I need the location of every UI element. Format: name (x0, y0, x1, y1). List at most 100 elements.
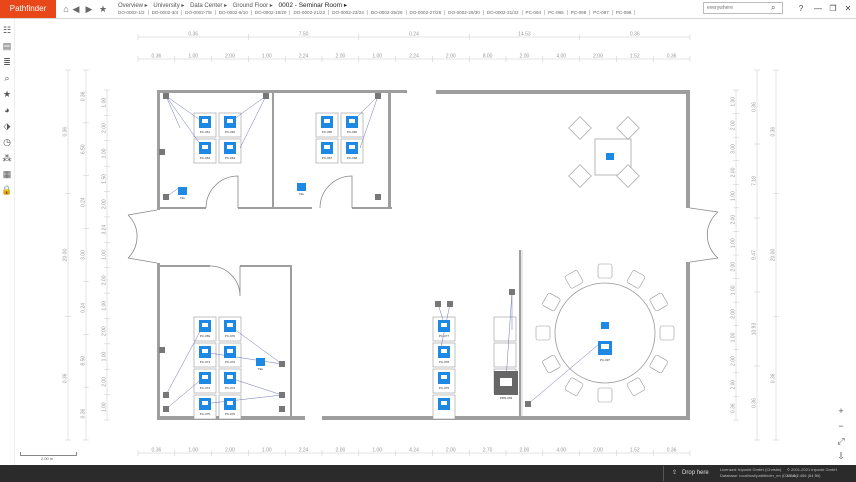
desk-group-center-pc-screen (441, 375, 447, 379)
dim-left-mid-label: 0.36 (81, 408, 87, 418)
floor-plan[interactable]: 0.36 7.50 0.24 14.53 0.36 0.36 1.00 2.00 1.00 2.2… (0, 0, 856, 482)
dim-left-inner-label: 1.00 (102, 250, 108, 260)
desk-group-room3-pc-label: PC-076 (225, 412, 236, 416)
desk-group-room2-pc-screen (349, 145, 355, 149)
round-chair (649, 292, 668, 312)
door-room3 (209, 265, 241, 297)
dim-top-outer-label: 14.53 (518, 32, 531, 38)
drop-zone[interactable]: ⇪ Drop here (663, 466, 716, 481)
dim-left-mid-label: 0.36 (81, 91, 87, 101)
wall-corridor-top-c (352, 207, 392, 209)
wall-room1-right (272, 93, 274, 208)
door-entry-right (689, 207, 719, 263)
fit-icon[interactable]: ⤢ (835, 435, 847, 447)
desk-group-room3-pc-screen (202, 401, 208, 405)
round-chair (649, 354, 668, 374)
round-chair (535, 325, 551, 341)
dim-right-inner-label: 2.00 (731, 215, 737, 225)
dim-bottom-label: 2.00 (336, 448, 346, 454)
desk-group-room1-pc-screen (227, 119, 233, 123)
desk-group-room3-pc-label: PC-069 (200, 334, 211, 338)
dim-right-inner-label: 3.00 (731, 144, 737, 154)
outlet-icon (509, 289, 515, 295)
desk-group-room3-pc-screen (202, 323, 208, 327)
door-room1 (205, 175, 239, 209)
dim-top-inner-label: 1.00 (262, 54, 272, 60)
dim-top-inner-label: 1.00 (372, 54, 382, 60)
scale-label: 2.00 m (41, 456, 54, 461)
wall-corridor-bottom-b (240, 265, 292, 267)
zoom-in-icon[interactable]: + (835, 405, 847, 417)
dim-left-mid-label: 8.50 (81, 356, 87, 366)
phone-label: TEL (180, 196, 186, 200)
desk-group-room3-pc-screen (227, 349, 233, 353)
desk-group-room1-pc-label: PC-062 (225, 130, 236, 134)
desk-group-room2-pc-label: PC-065 (322, 130, 333, 134)
dim-left-mid-label: 0.24 (81, 303, 87, 313)
desk-group-room3-pc-screen (227, 375, 233, 379)
dim-bottom-label: 1.00 (262, 448, 272, 454)
chair (616, 116, 640, 140)
dim-top-inner-label: 2.00 (593, 54, 603, 60)
desk-group-room2-pc-screen (349, 119, 355, 123)
dim-top-inner-label: 4.00 (556, 54, 566, 60)
outlet-icon (159, 149, 165, 155)
desk-group-center-pc-label: PC-078 (439, 360, 450, 364)
dim-left-mid-label: 3.00 (81, 250, 87, 260)
desk-group-center-pc-screen (441, 349, 447, 353)
dim-top-inner-label: 2.00 (520, 54, 530, 60)
dim-bottom-label: 4.00 (556, 448, 566, 454)
desk-group-center-pc-screen (441, 323, 447, 327)
dim-top-outer-label: 0.24 (409, 32, 419, 38)
dim-left-inner-label: 2.00 (102, 199, 108, 209)
wall-outer-right-top (686, 90, 690, 208)
outlet-icon (279, 392, 285, 398)
desk-group-room3-pc-label: PC-073 (200, 386, 211, 390)
zoom-out-icon[interactable]: − (835, 420, 847, 432)
dim-top-inner-label: 2.00 (446, 54, 456, 60)
dim-right-mid-label: 9.47 (752, 250, 758, 260)
wall-room2-right (388, 93, 391, 209)
desk-group-room3-pc-label: PC-071 (200, 360, 211, 364)
dim-right-inner-label: 1.00 (731, 332, 737, 342)
dim-left-mid-label: 0.24 (81, 197, 87, 207)
dim-bottom-label: 0.36 (152, 448, 162, 454)
outlet-icon (163, 392, 169, 398)
desk-group-room1-pc-screen (202, 119, 208, 123)
dim-top-outer-label: 0.36 (188, 32, 198, 38)
desk-group-room3-pc-label: PC-075 (200, 412, 211, 416)
desk-group-room3-pc-screen (202, 349, 208, 353)
outlet-icon (447, 301, 453, 307)
round-chair (542, 292, 561, 312)
dim-right-inner-label: 1.00 (731, 191, 737, 201)
door-entry-left (127, 209, 158, 264)
dim-bottom-label: 4.24 (409, 448, 419, 454)
dim-left-inner-label: 1.00 (102, 301, 108, 311)
pc-screen-round (601, 344, 609, 349)
dim-bottom-label: 2.00 (225, 448, 235, 454)
outlet-icon (435, 301, 441, 307)
dim-top-inner-label: 8.00 (483, 54, 493, 60)
printer-label: PRN-003 (500, 396, 513, 400)
dim-top-inner-label: 0.36 (667, 54, 677, 60)
outlet-icon (525, 401, 531, 407)
dimension-lines (65, 34, 779, 456)
round-chair (564, 377, 584, 396)
version-line: v.8.2.2.456 (64 Bit) (787, 473, 821, 478)
dim-left-outer-label: 0.36 (63, 127, 69, 137)
export-icon[interactable]: ⇩ (835, 450, 847, 462)
chair (568, 164, 592, 188)
dim-right-mid-label: 0.36 (752, 102, 758, 112)
dim-right-inner-label: 0.36 (731, 403, 737, 413)
dim-bottom-label: 2.00 (446, 448, 456, 454)
license-info: Licensed: tripunkt GmbH (Christin) Datab… (720, 467, 798, 479)
dim-right-inner-label: 2.00 (731, 167, 737, 177)
round-chair (626, 377, 646, 396)
round-chair (542, 354, 561, 374)
desk-group-room1-pc-screen (227, 145, 233, 149)
outlet-icon (279, 361, 285, 367)
desk-group-room1-pc-label: PC-064 (225, 156, 236, 160)
dim-left-outer-label: 0.36 (63, 373, 69, 383)
outlet-icon (263, 93, 269, 99)
dim-left-inner-label: 1.00 (102, 351, 108, 361)
